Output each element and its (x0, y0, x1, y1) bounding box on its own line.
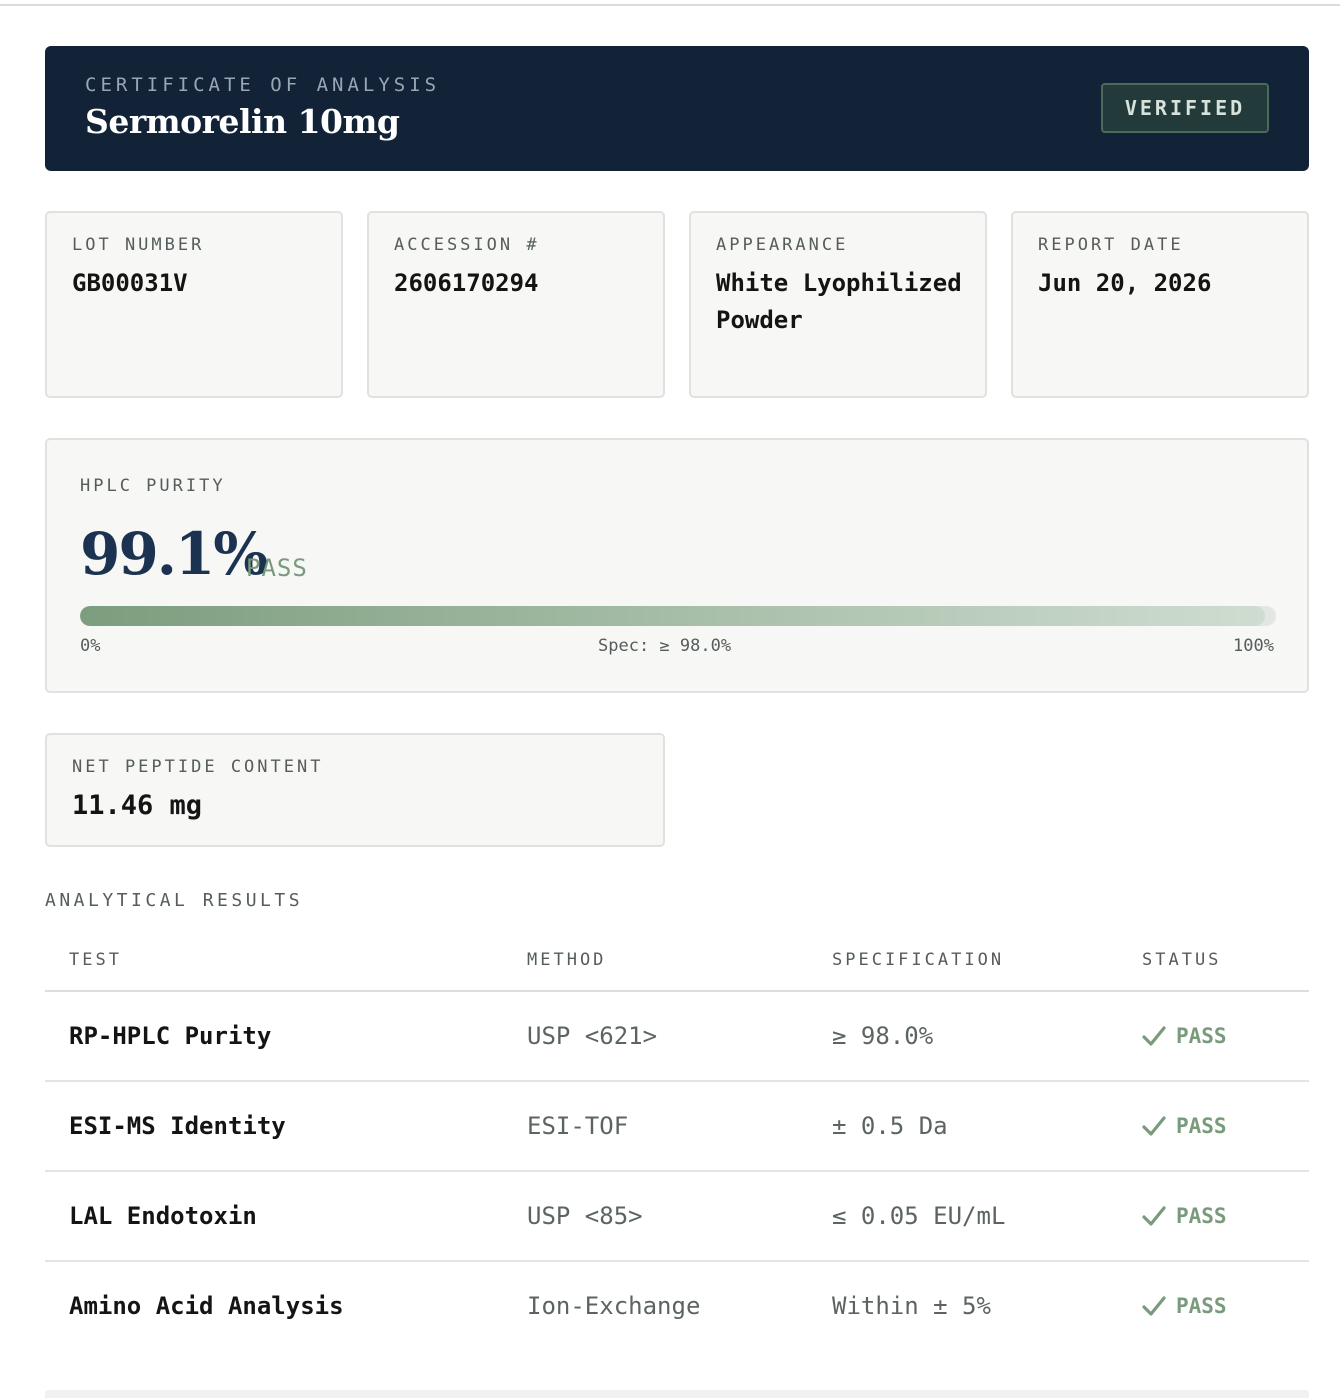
card-label: ACCESSION # (394, 235, 540, 255)
card-value: Jun 20, 2026 (1038, 269, 1212, 297)
check-icon (1142, 1205, 1166, 1227)
column-header-method: METHOD (527, 950, 607, 970)
card-value: White Lyophilized Powder (716, 269, 962, 334)
lot-number-card: LOT NUMBER GB00031V (45, 211, 343, 398)
test-specification: ± 0.5 Da (832, 1112, 948, 1140)
purity-status: PASS (246, 554, 308, 582)
check-icon (1142, 1115, 1166, 1137)
test-name: ESI-MS Identity (69, 1112, 286, 1140)
status-text: PASS (1176, 1204, 1227, 1228)
test-specification: Within ± 5% (832, 1292, 991, 1320)
purity-value: 99.1% (80, 520, 268, 588)
purity-bar-track (80, 606, 1276, 626)
test-status: PASS (1142, 1024, 1227, 1048)
report-date-card: REPORT DATE Jun 20, 2026 (1011, 211, 1309, 398)
analytical-results-title: ANALYTICAL RESULTS (45, 890, 304, 911)
test-status: PASS (1142, 1294, 1227, 1318)
table-row: RP-HPLC Purity USP <621> ≥ 98.0% PASS (45, 992, 1309, 1082)
card-label: APPEARANCE (716, 235, 849, 255)
card-label: NET PEPTIDE CONTENT (72, 757, 324, 777)
scale-min-label: 0% (80, 636, 101, 656)
card-value: 2606170294 (394, 269, 539, 297)
test-specification: ≥ 98.0% (832, 1022, 934, 1050)
results-table: TEST METHOD SPECIFICATION STATUS RP-HPLC… (45, 940, 1309, 1352)
test-status: PASS (1142, 1204, 1227, 1228)
test-specification: ≤ 0.05 EU/mL (832, 1202, 1006, 1230)
test-method: Ion-Exchange (527, 1292, 701, 1320)
card-value: GB00031V (72, 269, 188, 297)
column-header-test: TEST (69, 950, 122, 970)
document-type-label: CERTIFICATE OF ANALYSIS (85, 74, 441, 96)
next-section-edge (45, 1390, 1309, 1398)
hplc-purity-panel: HPLC PURITY 99.1% PASS 0% Spec: ≥ 98.0% … (45, 438, 1309, 693)
column-header-specification: SPECIFICATION (832, 950, 1005, 970)
status-text: PASS (1176, 1294, 1227, 1318)
test-method: ESI-TOF (527, 1112, 629, 1140)
purity-label: HPLC PURITY (80, 476, 226, 496)
spec-label: Spec: ≥ 98.0% (598, 636, 732, 656)
check-icon (1142, 1295, 1166, 1317)
appearance-card: APPEARANCE White Lyophilized Powder (689, 211, 987, 398)
table-header: TEST METHOD SPECIFICATION STATUS (45, 940, 1309, 992)
scale-max-label: 100% (1233, 636, 1274, 656)
status-text: PASS (1176, 1024, 1227, 1048)
test-method: USP <85> (527, 1202, 643, 1230)
accession-number-card: ACCESSION # 2606170294 (367, 211, 665, 398)
table-row: LAL Endotoxin USP <85> ≤ 0.05 EU/mL PASS (45, 1172, 1309, 1262)
test-name: Amino Acid Analysis (69, 1292, 344, 1320)
verified-badge: VERIFIED (1101, 83, 1269, 133)
check-icon (1142, 1025, 1166, 1047)
certificate-header: CERTIFICATE OF ANALYSIS Sermorelin 10mg … (45, 46, 1309, 171)
test-status: PASS (1142, 1114, 1227, 1138)
table-row: ESI-MS Identity ESI-TOF ± 0.5 Da PASS (45, 1082, 1309, 1172)
net-peptide-content-card: NET PEPTIDE CONTENT 11.46 mg (45, 733, 665, 847)
card-value: 11.46 mg (72, 790, 203, 821)
purity-bar-fill (80, 606, 1266, 626)
card-label: REPORT DATE (1038, 235, 1184, 255)
test-method: USP <621> (527, 1022, 658, 1050)
status-text: PASS (1176, 1114, 1227, 1138)
product-title: Sermorelin 10mg (85, 102, 400, 141)
card-label: LOT NUMBER (72, 235, 205, 255)
column-header-status: STATUS (1142, 950, 1222, 970)
test-name: RP-HPLC Purity (69, 1022, 272, 1050)
table-row: Amino Acid Analysis Ion-Exchange Within ± … (45, 1262, 1309, 1352)
test-name: LAL Endotoxin (69, 1202, 257, 1230)
top-divider (0, 4, 1340, 6)
